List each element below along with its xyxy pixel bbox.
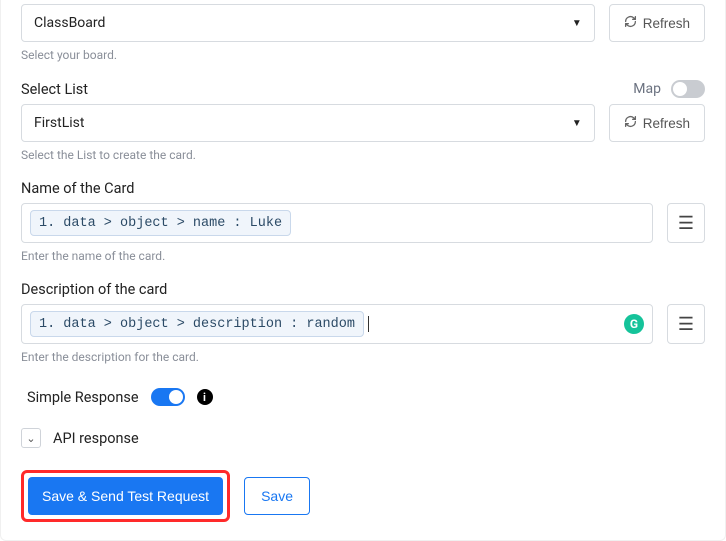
desc-input[interactable]: 1. data > object > description : random … — [21, 304, 653, 344]
text-cursor — [368, 316, 369, 332]
menu-icon: ☰ — [678, 213, 694, 234]
list-select-value: FirstList — [34, 115, 84, 131]
caret-down-icon: ▼ — [572, 18, 582, 29]
board-helper-text: Select your board. — [21, 48, 705, 62]
list-field-label: Select List — [21, 81, 88, 98]
chevron-down-icon: ⌄ — [26, 432, 35, 445]
list-refresh-button[interactable]: Refresh — [609, 104, 705, 142]
list-select[interactable]: FirstList ▼ — [21, 104, 595, 142]
map-label: Map — [633, 81, 661, 97]
name-mapped-chip[interactable]: 1. data > object > name : Luke — [30, 210, 291, 236]
save-send-test-request-button[interactable]: Save & Send Test Request — [28, 477, 223, 515]
map-toggle[interactable] — [671, 80, 705, 98]
simple-response-label: Simple Response — [27, 389, 139, 406]
name-field-label: Name of the Card — [21, 180, 134, 197]
caret-down-icon: ▼ — [572, 118, 582, 129]
api-response-label: API response — [53, 430, 139, 447]
board-select[interactable]: ClassBoard ▼ — [21, 4, 595, 42]
list-refresh-label: Refresh — [643, 116, 690, 131]
grammarly-icon[interactable]: G — [624, 314, 644, 334]
refresh-icon — [624, 15, 637, 31]
list-helper-text: Select the List to create the card. — [21, 148, 705, 162]
primary-action-highlight: Save & Send Test Request — [21, 470, 230, 522]
save-button[interactable]: Save — [244, 477, 310, 515]
name-helper-text: Enter the name of the card. — [21, 249, 705, 263]
name-options-button[interactable]: ☰ — [667, 203, 705, 243]
board-refresh-button[interactable]: Refresh — [609, 4, 705, 42]
api-response-expand[interactable]: ⌄ — [21, 428, 41, 448]
menu-icon: ☰ — [678, 314, 694, 335]
info-icon[interactable]: i — [197, 389, 213, 405]
name-input[interactable]: 1. data > object > name : Luke — [21, 203, 653, 243]
desc-mapped-chip[interactable]: 1. data > object > description : random — [30, 311, 364, 337]
desc-helper-text: Enter the description for the card. — [21, 350, 705, 364]
desc-field-label: Description of the card — [21, 281, 167, 298]
simple-response-toggle[interactable] — [151, 388, 185, 406]
board-select-value: ClassBoard — [34, 15, 105, 31]
board-refresh-label: Refresh — [643, 16, 690, 31]
desc-options-button[interactable]: ☰ — [667, 304, 705, 344]
refresh-icon — [624, 115, 637, 131]
